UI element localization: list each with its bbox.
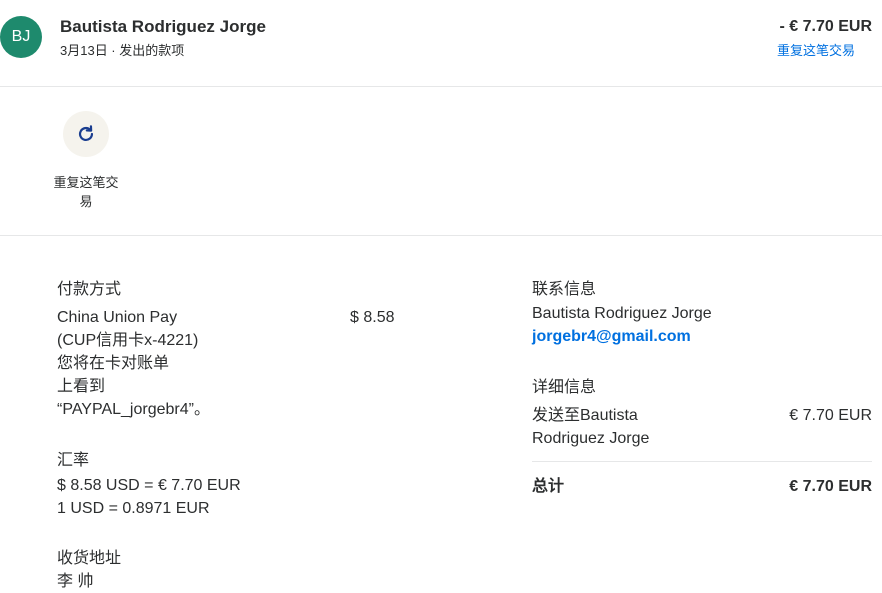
payment-method-line: China Union Pay xyxy=(57,309,178,326)
total-label: 总计 xyxy=(532,478,565,495)
refresh-icon xyxy=(78,125,94,141)
exchange-rate-line: $ 8.58 USD = € 7.70 EUR xyxy=(57,477,241,494)
transaction-date-type: 3月13日 · 发出的款项 xyxy=(60,43,185,58)
repeat-transaction-link[interactable]: 重复这笔交易 xyxy=(777,40,855,59)
actions-bar: 重复这笔交易 xyxy=(0,87,882,236)
contact-email-link[interactable]: jorgebr4@gmail.com xyxy=(532,325,691,348)
sent-to-line: Rodriguez Jorge xyxy=(532,430,650,447)
exchange-rate-heading: 汇率 xyxy=(57,452,90,469)
payment-method-details: China Union Pay (CUP信用卡x-4221) 您将在卡对账单 上… xyxy=(57,306,257,421)
shipping-name: 李 帅 xyxy=(57,573,94,590)
sent-amount: € 7.70 EUR xyxy=(789,407,872,424)
details-heading: 详细信息 xyxy=(532,379,597,396)
avatar: BJ xyxy=(0,16,42,58)
payment-method-line: “PAYPAL_jorgebr4”。 xyxy=(57,401,210,418)
payment-method-line: 您将在卡对账单 xyxy=(57,355,170,372)
transaction-header: BJ Bautista Rodriguez Jorge 3月13日 · 发出的款… xyxy=(0,0,882,87)
recipient-name: Bautista Rodriguez Jorge xyxy=(60,17,266,36)
payment-method-line: 上看到 xyxy=(57,378,106,395)
payment-amount: $ 8.58 xyxy=(350,309,395,326)
transaction-amount: - € 7.70 EUR xyxy=(779,18,872,35)
sent-to-label: 发送至Bautista Rodriguez Jorge xyxy=(532,404,649,450)
repeat-transaction-label: 重复这笔交易 xyxy=(53,175,119,209)
divider xyxy=(532,461,872,462)
repeat-transaction-button[interactable]: 重复这笔交易 xyxy=(50,111,122,211)
shipping-address-heading: 收货地址 xyxy=(57,550,122,567)
sent-to-line: 发送至Bautista xyxy=(532,407,638,424)
total-amount: € 7.70 EUR xyxy=(789,478,872,495)
contact-name: Bautista Rodriguez Jorge xyxy=(532,305,712,322)
repeat-icon-circle[interactable] xyxy=(63,111,109,157)
payment-method-line: (CUP信用卡x-4221) xyxy=(57,332,199,349)
payment-method-heading: 付款方式 xyxy=(57,281,122,298)
contact-info-heading: 联系信息 xyxy=(532,281,597,298)
exchange-rate-line: 1 USD = 0.8971 EUR xyxy=(57,500,210,517)
